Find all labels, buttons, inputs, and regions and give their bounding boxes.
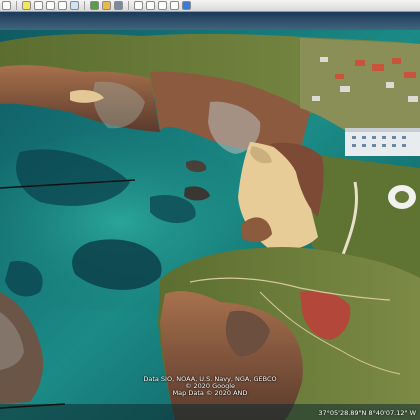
sidebar-toggle-icon[interactable] bbox=[2, 1, 11, 10]
coordinates-readout: 37°05'28.89"N 8°40'07.12" W bbox=[318, 409, 416, 417]
toolbar-separator bbox=[128, 1, 129, 10]
print-icon[interactable] bbox=[158, 1, 167, 10]
hotel-roof bbox=[345, 128, 420, 132]
placemark-icon[interactable] bbox=[22, 1, 31, 10]
aerial-imagery bbox=[0, 12, 420, 420]
hotel-building bbox=[345, 128, 420, 156]
view-in-maps-icon[interactable] bbox=[182, 1, 191, 10]
image-overlay-icon[interactable] bbox=[58, 1, 67, 10]
earth-3d-view[interactable] bbox=[0, 12, 420, 420]
roundabout-center bbox=[395, 191, 409, 203]
toolbar-separator bbox=[84, 1, 85, 10]
save-image-icon[interactable] bbox=[170, 1, 179, 10]
record-tour-icon[interactable] bbox=[70, 1, 79, 10]
email-icon[interactable] bbox=[146, 1, 155, 10]
path-icon[interactable] bbox=[46, 1, 55, 10]
planets-icon[interactable] bbox=[114, 1, 123, 10]
toolbar-separator bbox=[16, 1, 17, 10]
historical-imagery-icon[interactable] bbox=[90, 1, 99, 10]
ruler-icon[interactable] bbox=[134, 1, 143, 10]
attribution-line: Map Data © 2020 AND bbox=[172, 389, 248, 397]
sunlight-icon[interactable] bbox=[102, 1, 111, 10]
earth-toolbar bbox=[0, 0, 420, 12]
polygon-icon[interactable] bbox=[34, 1, 43, 10]
